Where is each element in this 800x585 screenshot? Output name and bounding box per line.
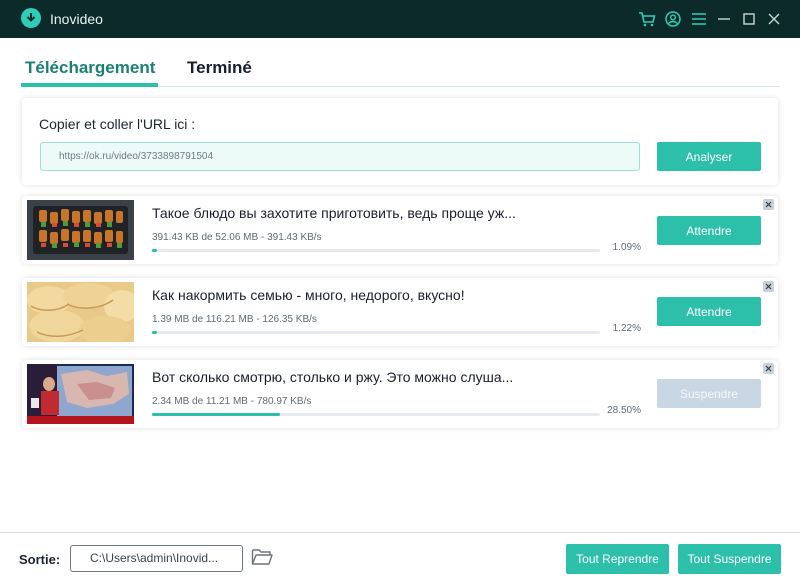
progress-fill: [152, 249, 157, 252]
url-label: Copier et coller l'URL ici :: [39, 116, 196, 132]
maximize-icon[interactable]: [739, 9, 759, 29]
suspend-button[interactable]: Suspendre: [657, 379, 761, 408]
remove-item-icon[interactable]: [763, 363, 774, 374]
minimize-icon[interactable]: [714, 9, 734, 29]
cart-icon[interactable]: [637, 9, 657, 29]
download-info: 391.43 KB de 52.06 MB - 391.43 KB/s: [152, 232, 322, 243]
video-thumbnail: [27, 364, 134, 424]
video-thumbnail: [27, 282, 134, 342]
wait-button[interactable]: Attendre: [657, 216, 761, 245]
video-title: Как накормить семью - много, недорого, в…: [152, 287, 465, 303]
app-title: Inovideo: [50, 11, 103, 27]
footer-divider: [0, 532, 800, 533]
app-logo-icon: [21, 8, 41, 28]
progress-bar: [152, 331, 600, 334]
remove-item-icon[interactable]: [763, 281, 774, 292]
progress-fill: [152, 413, 280, 416]
video-title: Такое блюдо вы захотите приготовить, вед…: [152, 205, 516, 221]
download-info: 2.34 MB de 11.21 MB - 780.97 KB/s: [152, 396, 312, 407]
video-title: Вот сколько смотрю, столько и ржу. Это м…: [152, 369, 514, 385]
close-icon[interactable]: [764, 9, 784, 29]
remove-item-icon[interactable]: [763, 199, 774, 210]
url-input[interactable]: [40, 142, 640, 171]
menu-icon[interactable]: [689, 9, 709, 29]
account-icon[interactable]: [663, 9, 683, 29]
analyze-button[interactable]: Analyser: [657, 142, 761, 171]
suspend-all-button[interactable]: Tout Suspendre: [678, 544, 781, 574]
progress-bar: [152, 413, 600, 416]
active-tab-indicator: [21, 83, 158, 87]
progress-fill: [152, 331, 158, 334]
progress-percent: 1.22%: [612, 323, 641, 334]
progress-percent: 28.50%: [607, 405, 641, 416]
wait-button[interactable]: Attendre: [657, 297, 761, 326]
title-bar: Inovideo: [0, 0, 800, 38]
download-info: 1.39 MB de 116.21 MB - 126.35 KB/s: [152, 314, 317, 325]
progress-percent: 1.09%: [612, 242, 641, 253]
resume-all-button[interactable]: Tout Reprendre: [566, 544, 669, 574]
tab-termine[interactable]: Terminé: [187, 58, 252, 78]
output-label: Sortie:: [19, 552, 61, 567]
folder-icon[interactable]: [251, 547, 273, 567]
progress-bar: [152, 249, 600, 252]
output-path-field[interactable]: C:\Users\admin\Inovid...: [70, 545, 243, 572]
video-thumbnail: [27, 200, 134, 260]
tab-telechargement[interactable]: Téléchargement: [25, 58, 155, 78]
